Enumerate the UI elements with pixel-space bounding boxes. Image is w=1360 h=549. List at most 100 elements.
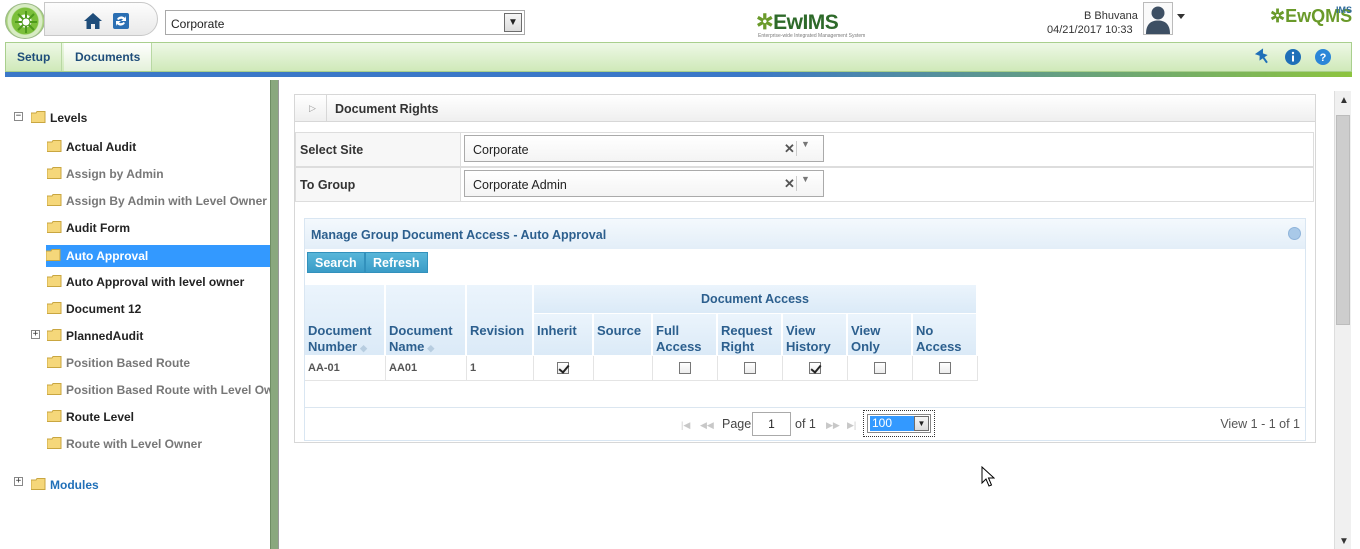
cell-source bbox=[594, 356, 653, 381]
help-icon[interactable]: ? bbox=[1314, 48, 1332, 66]
chevron-down-icon[interactable]: ▼ bbox=[801, 174, 810, 184]
tree-item[interactable]: Position Based Route bbox=[47, 354, 270, 372]
tree-item[interactable]: Assign by Admin bbox=[47, 165, 270, 183]
info-icon[interactable] bbox=[1284, 48, 1302, 66]
full-access-checkbox[interactable] bbox=[679, 362, 691, 374]
scroll-down-icon[interactable]: ▼ bbox=[1339, 536, 1349, 547]
pin-icon[interactable] bbox=[1254, 48, 1272, 66]
collapse-grid-icon[interactable] bbox=[1288, 227, 1301, 240]
tree-item[interactable]: Auto Approval with level owner bbox=[47, 273, 270, 291]
scroll-thumb[interactable] bbox=[1336, 115, 1350, 325]
view-only-checkbox[interactable] bbox=[874, 362, 886, 374]
user-avatar[interactable] bbox=[1143, 2, 1173, 35]
col-request-right[interactable]: Request Right bbox=[718, 314, 782, 354]
to-group-value: Corporate Admin bbox=[473, 178, 567, 192]
user-name: B Bhuvana bbox=[1084, 10, 1138, 22]
page-number-input[interactable]: 1 bbox=[752, 412, 791, 436]
tree-item[interactable]: PlannedAudit bbox=[47, 327, 270, 345]
first-page-icon[interactable]: |◀ bbox=[681, 420, 690, 431]
tree-item[interactable]: Actual Audit bbox=[47, 138, 270, 156]
home-icon[interactable] bbox=[83, 11, 103, 31]
search-button[interactable]: Search bbox=[307, 252, 365, 273]
refresh-button[interactable]: Refresh bbox=[365, 252, 428, 273]
page-label: Page bbox=[722, 417, 752, 431]
inherit-checkbox[interactable] bbox=[557, 362, 569, 374]
site-dropdown[interactable]: Corporate ▼ bbox=[165, 10, 525, 35]
folder-icon bbox=[47, 437, 62, 449]
chevron-down-icon[interactable]: ▼ bbox=[801, 139, 810, 149]
cell-doc-name: AA01 bbox=[386, 356, 467, 381]
clear-icon[interactable]: ✕ bbox=[784, 141, 795, 157]
chevron-down-icon[interactable]: ▼ bbox=[504, 13, 522, 32]
collapse-icon[interactable]: − bbox=[14, 112, 23, 121]
folder-icon bbox=[46, 249, 61, 261]
user-menu-caret-icon[interactable] bbox=[1177, 14, 1185, 19]
col-inherit[interactable]: Inherit bbox=[534, 314, 593, 354]
brand-logo: ✲EwIMS bbox=[756, 11, 839, 34]
folder-icon bbox=[47, 167, 62, 179]
col-document-name[interactable]: Document Name ◆ bbox=[386, 314, 466, 354]
tree-item[interactable]: Position Based Route with Level Owner bbox=[47, 381, 270, 399]
to-group-dropdown[interactable]: Corporate Admin ✕ ▼ bbox=[464, 170, 824, 197]
tree-root-modules[interactable]: Modules bbox=[31, 476, 231, 494]
col-view-history[interactable]: View History bbox=[783, 314, 847, 354]
scroll-up-icon[interactable]: ▲ bbox=[1339, 95, 1349, 106]
top-header: Corporate ▼ ✲EwIMS Enterprise-wide Integ… bbox=[0, 0, 1360, 42]
folder-icon bbox=[47, 383, 62, 395]
rows-per-page-value: 100 bbox=[870, 416, 914, 431]
col-view-only[interactable]: View Only bbox=[848, 314, 912, 354]
next-page-icon[interactable]: ▶▶ bbox=[826, 420, 840, 431]
tree-item-selected[interactable]: Auto Approval bbox=[46, 245, 270, 267]
tree-root-levels[interactable]: Levels bbox=[31, 109, 231, 127]
refresh-icon[interactable] bbox=[111, 11, 131, 31]
no-access-checkbox[interactable] bbox=[939, 362, 951, 374]
tree-item[interactable]: Route with Level Owner bbox=[47, 435, 270, 453]
app-logo[interactable] bbox=[5, 3, 45, 39]
expand-icon[interactable]: + bbox=[31, 330, 40, 339]
levels-tree: − Levels Actual Audit Assign by Admin As… bbox=[0, 80, 270, 549]
secondary-brand-logo: ✲EwQMS IMS bbox=[1270, 5, 1353, 27]
rows-per-page-select[interactable]: 100 ▼ bbox=[863, 410, 935, 437]
panel-toggle-icon[interactable]: ▷ bbox=[309, 103, 316, 114]
tree-item[interactable]: Route Level bbox=[47, 408, 270, 426]
menu-setup[interactable]: Setup bbox=[6, 43, 63, 71]
expand-icon[interactable]: + bbox=[14, 477, 23, 486]
col-revision[interactable]: Revision bbox=[467, 314, 533, 354]
brand-tagline: Enterprise-wide Integrated Management Sy… bbox=[758, 33, 866, 39]
folder-icon bbox=[31, 111, 46, 123]
chevron-down-icon[interactable]: ▼ bbox=[914, 416, 929, 431]
col-source[interactable]: Source bbox=[594, 314, 652, 354]
col-no-access[interactable]: No Access bbox=[913, 314, 977, 354]
col-document-number[interactable]: Document Number ◆ bbox=[305, 314, 385, 354]
svg-text:?: ? bbox=[1320, 52, 1327, 64]
vertical-scrollbar[interactable]: ▲ ▼ bbox=[1334, 91, 1351, 549]
tree-item[interactable]: Audit Form bbox=[47, 219, 270, 237]
sort-icon: ◆ bbox=[360, 343, 368, 353]
menu-documents[interactable]: Documents bbox=[64, 43, 153, 71]
select-site-row: Select Site Corporate ✕ ▼ bbox=[295, 132, 1314, 167]
grid-caption: Manage Group Document Access - Auto Appr… bbox=[305, 219, 1305, 249]
col-full-access[interactable]: Full Access bbox=[653, 314, 717, 354]
tree-item[interactable]: Document 12 bbox=[47, 300, 270, 318]
folder-icon bbox=[47, 275, 62, 287]
pane-splitter[interactable] bbox=[270, 80, 278, 549]
prev-page-icon[interactable]: ◀◀ bbox=[700, 420, 714, 431]
to-group-label: To Group bbox=[300, 178, 356, 192]
user-silhouette-icon bbox=[1146, 6, 1170, 34]
request-right-checkbox[interactable] bbox=[744, 362, 756, 374]
view-history-checkbox[interactable] bbox=[809, 362, 821, 374]
folder-icon bbox=[47, 329, 62, 341]
last-page-icon[interactable]: ▶| bbox=[847, 420, 856, 431]
document-rights-header: ▷ Document Rights bbox=[294, 94, 1316, 122]
select-site-dropdown[interactable]: Corporate ✕ ▼ bbox=[464, 135, 824, 162]
mouse-cursor-icon bbox=[981, 466, 995, 487]
sun-logo-icon bbox=[15, 11, 37, 33]
to-group-row: To Group Corporate Admin ✕ ▼ bbox=[295, 167, 1314, 202]
main-menu-bar: Setup Documents ? bbox=[5, 42, 1352, 72]
sort-icon: ◆ bbox=[427, 343, 435, 353]
clear-icon[interactable]: ✕ bbox=[784, 176, 795, 192]
folder-icon bbox=[47, 302, 62, 314]
folder-icon bbox=[47, 194, 62, 206]
tree-item[interactable]: Assign By Admin with Level Owner bbox=[47, 192, 270, 210]
folder-icon bbox=[47, 221, 62, 233]
